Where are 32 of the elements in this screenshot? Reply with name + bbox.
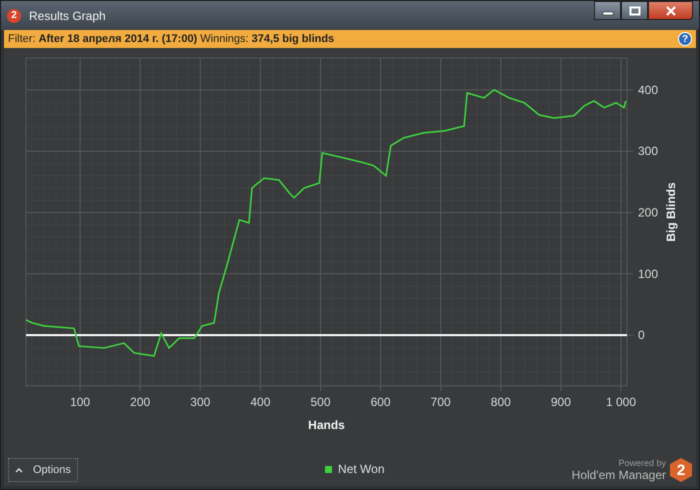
x-tick-label: 900 xyxy=(550,395,571,409)
y-tick-label: 100 xyxy=(638,266,658,281)
close-button[interactable] xyxy=(648,1,693,20)
powered-by-text: Powered by xyxy=(618,458,666,468)
x-tick-label: 200 xyxy=(130,395,150,409)
filter-summary: Filter: After 18 апреля 2014 г. (17:00) Winnings: 374,5 big blinds xyxy=(8,33,336,45)
close-icon xyxy=(664,6,676,16)
x-tick-label: 1 000 xyxy=(606,395,636,409)
x-tick-label: 800 xyxy=(490,395,511,409)
brand-logo: 2 xyxy=(670,458,692,482)
help-button[interactable]: ? xyxy=(678,32,692,46)
maximize-button[interactable] xyxy=(621,1,648,20)
caret-icon xyxy=(15,467,23,473)
maximize-icon xyxy=(628,6,640,16)
minimize-button[interactable] xyxy=(594,1,621,20)
x-tick-label: 300 xyxy=(190,395,210,409)
x-tick-label: 100 xyxy=(70,395,90,409)
y-axis-title: Big Blinds xyxy=(664,182,678,242)
legend-label: Net Won xyxy=(338,462,385,476)
y-tick-label: 400 xyxy=(638,82,658,97)
y-tick-label: 200 xyxy=(638,206,658,220)
y-tick-label: 300 xyxy=(638,144,658,158)
x-tick-label: 700 xyxy=(430,395,451,409)
y-tick-label: 0 xyxy=(638,328,645,342)
app-icon: 2 xyxy=(7,8,21,22)
x-tick-label: 600 xyxy=(370,395,391,409)
window-title: Results Graph xyxy=(29,8,107,22)
x-axis-title: Hands xyxy=(308,418,345,432)
options-button[interactable]: Options xyxy=(8,458,78,482)
x-tick-label: 400 xyxy=(250,395,270,409)
x-tick-label: 500 xyxy=(310,395,330,409)
brand-name: Hold'em Manager xyxy=(572,468,666,482)
